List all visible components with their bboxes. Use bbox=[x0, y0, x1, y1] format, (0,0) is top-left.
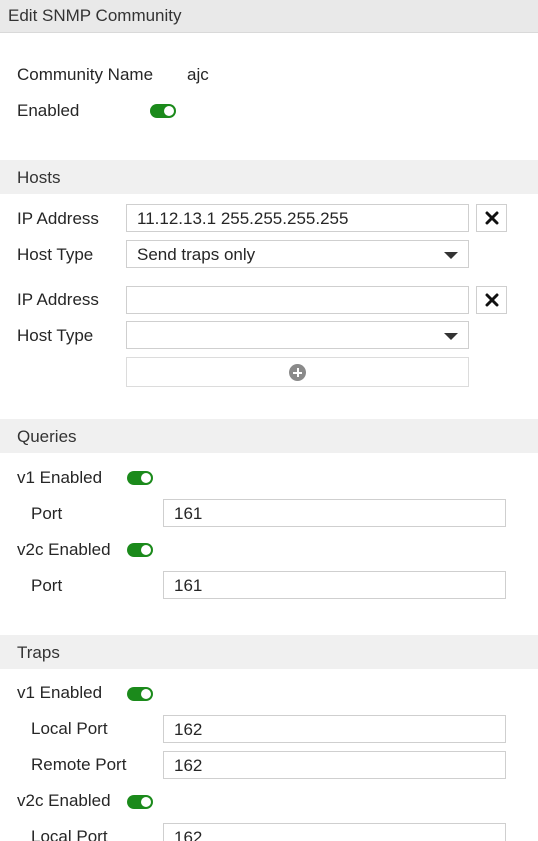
queries-v2c-label: v2c Enabled bbox=[17, 540, 111, 559]
chevron-down-icon bbox=[444, 333, 458, 340]
toggle-knob bbox=[141, 797, 151, 807]
queries-v2c-toggle[interactable] bbox=[127, 543, 153, 557]
remove-host1-button[interactable] bbox=[476, 204, 507, 232]
chevron-down-icon bbox=[444, 252, 458, 259]
host1-ip-input[interactable]: 11.12.13.1 255.255.255.255 bbox=[126, 204, 469, 232]
traps-section-header: Traps bbox=[0, 635, 538, 669]
dialog-title-bar: Edit SNMP Community bbox=[0, 0, 538, 33]
traps-v1-local-port-label: Local Port bbox=[31, 719, 108, 738]
remove-host2-button[interactable] bbox=[476, 286, 507, 314]
host2-ip-label: IP Address bbox=[17, 290, 99, 309]
toggle-knob bbox=[141, 473, 151, 483]
traps-v2c-toggle[interactable] bbox=[127, 795, 153, 809]
queries-v1-port-input[interactable]: 161 bbox=[163, 499, 506, 527]
toggle-knob bbox=[141, 689, 151, 699]
traps-v2c-label: v2c Enabled bbox=[17, 791, 111, 810]
toggle-knob bbox=[164, 106, 174, 116]
queries-v1-toggle[interactable] bbox=[127, 471, 153, 485]
traps-v2c-local-port-label: Local Port bbox=[31, 827, 108, 841]
traps-v1-remote-port-label: Remote Port bbox=[31, 755, 127, 774]
traps-header-label: Traps bbox=[17, 643, 60, 662]
host1-type-label: Host Type bbox=[17, 245, 94, 264]
community-name-label: Community Name bbox=[17, 65, 154, 84]
snmp-community-edit-dialog: Edit SNMP Community Community Name ajc E… bbox=[0, 0, 538, 841]
hosts-header-label: Hosts bbox=[17, 168, 61, 187]
traps-v1-local-port-input[interactable]: 162 bbox=[163, 715, 506, 743]
queries-v1-port-value: 161 bbox=[174, 504, 203, 523]
dialog-title: Edit SNMP Community bbox=[8, 6, 182, 25]
queries-v2c-port-value: 161 bbox=[174, 576, 203, 595]
host2-type-label: Host Type bbox=[17, 326, 94, 345]
host1-type-value: Send traps only bbox=[137, 245, 256, 264]
traps-v2c-local-port-input[interactable]: 162 bbox=[163, 823, 506, 841]
enabled-label: Enabled bbox=[17, 101, 80, 120]
queries-v2c-port-label: Port bbox=[31, 576, 63, 595]
host1-ip-label: IP Address bbox=[17, 209, 99, 228]
community-enabled-toggle[interactable] bbox=[150, 104, 176, 118]
host1-type-select[interactable]: Send traps only bbox=[126, 240, 469, 268]
traps-v1-remote-port-input[interactable]: 162 bbox=[163, 751, 506, 779]
traps-v1-local-port-value: 162 bbox=[174, 720, 203, 739]
queries-section-header: Queries bbox=[0, 419, 538, 453]
queries-v2c-port-input[interactable]: 161 bbox=[163, 571, 506, 599]
queries-v1-label: v1 Enabled bbox=[17, 468, 103, 487]
plus-circle-icon bbox=[289, 364, 306, 381]
close-icon bbox=[485, 211, 499, 225]
close-icon bbox=[485, 293, 499, 307]
traps-v1-remote-port-value: 162 bbox=[174, 756, 203, 775]
queries-v1-port-label: Port bbox=[31, 504, 63, 523]
community-name-value: ajc bbox=[187, 65, 209, 84]
add-host-button[interactable] bbox=[126, 357, 469, 387]
host2-type-select[interactable] bbox=[126, 321, 469, 349]
hosts-section-header: Hosts bbox=[0, 160, 538, 194]
host1-ip-value: 11.12.13.1 255.255.255.255 bbox=[137, 209, 349, 228]
traps-v1-toggle[interactable] bbox=[127, 687, 153, 701]
toggle-knob bbox=[141, 545, 151, 555]
traps-v2c-local-port-value: 162 bbox=[174, 828, 203, 841]
queries-header-label: Queries bbox=[17, 427, 77, 446]
traps-v1-label: v1 Enabled bbox=[17, 683, 103, 702]
host2-ip-input[interactable] bbox=[126, 286, 469, 314]
